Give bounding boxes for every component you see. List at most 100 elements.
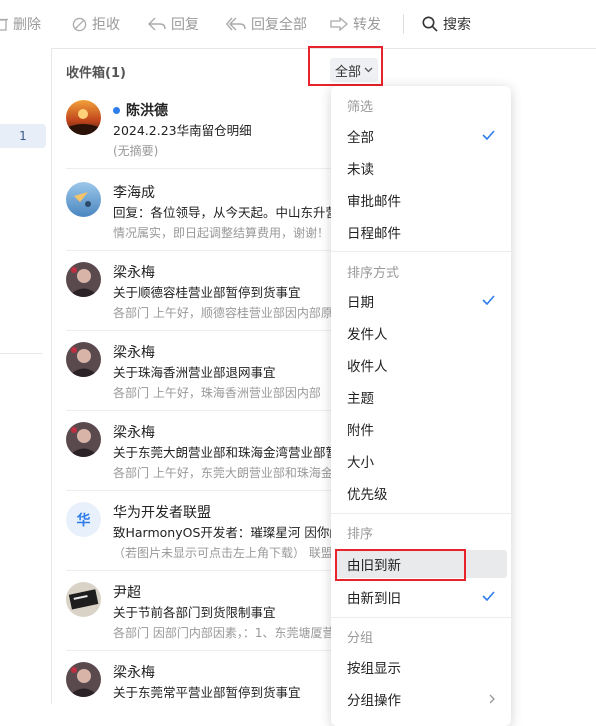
menu-item-newest-first[interactable]: 由新到旧 [331, 583, 511, 611]
delete-button[interactable]: 删除 [0, 14, 41, 34]
mail-sender-name: 梁永梅 [113, 345, 155, 361]
mail-preview: 各部门 因部门内部因素，：1、东莞塘厦营 [113, 626, 335, 640]
forward-label: 转发 [353, 17, 381, 33]
mail-divider [66, 570, 331, 571]
reply-all-label: 回复全部 [251, 17, 307, 33]
toolbar-separator [403, 14, 404, 34]
reply-all-icon [226, 17, 246, 31]
mail-sender: 陈洪德 [113, 100, 168, 120]
mail-sender: 梁永梅 [113, 342, 155, 362]
mail-preview: (无摘要) [113, 144, 159, 158]
mail-preview: 各部门 上午好，珠海香洲营业部因内部 [113, 386, 321, 400]
mail-sender-name: 梁永梅 [113, 665, 155, 681]
mail-subject: 关于节前各部门到货限制事宜 [113, 605, 276, 620]
menu-item-group-actions[interactable]: 分组操作 [331, 685, 511, 713]
filter-sort-menu: 筛选 全部 未读 审批邮件 日程邮件 排序方式 日期 发件人 收件人 主题 附件… [331, 86, 511, 726]
unread-dot-icon [113, 106, 120, 114]
avatar [66, 262, 101, 297]
menu-section-sort-by: 排序方式 [347, 266, 400, 281]
menu-item-attachment[interactable]: 附件 [331, 415, 511, 443]
search-icon [422, 16, 438, 32]
menu-item-label: 日期 [347, 295, 374, 311]
menu-section-group: 分组 [347, 631, 374, 646]
mail-subject: 关于珠海香洲营业部退网事宜 [113, 365, 276, 380]
mail-divider [66, 168, 331, 169]
mail-sender-name: 李海成 [113, 185, 155, 201]
reply-button[interactable]: 回复 [148, 14, 199, 34]
reply-icon [148, 17, 166, 31]
menu-section-order: 排序 [347, 527, 374, 542]
avatar [66, 100, 101, 135]
mail-sender-name: 梁永梅 [113, 425, 155, 441]
left-divider [0, 353, 42, 354]
mail-sender: 李海成 [113, 182, 155, 202]
check-icon [482, 130, 495, 140]
mail-subject: 关于东莞常平营业部暂停到货事宜 [113, 685, 301, 700]
left-nav-pane: 1 [0, 48, 52, 704]
mail-sender: 梁永梅 [113, 662, 155, 682]
menu-item-label: 全部 [347, 130, 374, 146]
check-icon [482, 295, 495, 305]
avatar: 华 [66, 502, 101, 537]
forward-button[interactable]: 转发 [330, 14, 381, 34]
reject-label: 拒收 [92, 17, 120, 33]
mail-sender: 梁永梅 [113, 422, 155, 442]
mail-preview: 情况属实，即日起调整结算费用，谢谢！ [113, 226, 330, 240]
highlight-box [335, 549, 466, 581]
chevron-right-icon [489, 694, 495, 704]
mail-preview: （若图片未显示可点击左上角下载） 联盟 [113, 546, 333, 560]
highlight-box [308, 46, 383, 86]
mail-sender: 梁永梅 [113, 262, 155, 282]
forward-icon [330, 17, 348, 31]
menu-item-label: 分组操作 [347, 693, 401, 709]
reply-label: 回复 [171, 17, 199, 33]
inbox-title: 收件箱(1) [66, 66, 126, 81]
trash-icon [0, 18, 8, 31]
mail-subject: 回复：各位领导，从今天起。中山东升营 [113, 205, 339, 220]
menu-item-all[interactable]: 全部 [331, 122, 511, 150]
reject-button[interactable]: 拒收 [72, 14, 120, 34]
avatar [66, 662, 101, 697]
menu-item-sender[interactable]: 发件人 [331, 319, 511, 347]
mail-subject: 关于顺德容桂营业部暂停到货事宜 [113, 285, 301, 300]
mail-divider [66, 490, 331, 491]
delete-label: 删除 [13, 17, 41, 33]
check-icon [482, 591, 495, 601]
mail-preview: 各部门 上午好，顺德容桂营业部因内部原 [113, 306, 333, 320]
avatar [66, 582, 101, 617]
mail-divider [66, 650, 331, 651]
mail-subject: 2024.2.23华南留仓明细 [113, 123, 252, 138]
menu-item-unread[interactable]: 未读 [331, 154, 511, 182]
menu-item-recipient[interactable]: 收件人 [331, 351, 511, 379]
mail-subject: 致HarmonyOS开发者：璀璨星河 因你闪 [113, 525, 342, 540]
mail-sender-name: 梁永梅 [113, 265, 155, 281]
menu-item-date[interactable]: 日期 [331, 287, 511, 315]
mail-preview: 各部门 上午好，东莞大朗营业部和珠海金 [113, 466, 333, 480]
mail-sender: 尹超 [113, 582, 141, 602]
menu-item-subject[interactable]: 主题 [331, 383, 511, 411]
mail-sender-name: 华为开发者联盟 [113, 505, 211, 521]
mail-item[interactable]: 梁永梅 关于东莞常平营业部暂停到货事宜 [66, 662, 346, 704]
mail-divider [66, 250, 331, 251]
mail-divider [66, 410, 331, 411]
search-label: 搜索 [443, 17, 471, 33]
avatar [66, 422, 101, 457]
unread-count-badge[interactable]: 1 [0, 124, 46, 148]
menu-item-label: 由新到旧 [347, 591, 401, 607]
menu-item-size[interactable]: 大小 [331, 447, 511, 475]
block-icon [72, 17, 87, 31]
mail-subject: 关于东莞大朗营业部和珠海金湾营业部暂 [113, 445, 339, 460]
avatar [66, 342, 101, 377]
avatar [66, 182, 101, 217]
mail-sender-name: 尹超 [113, 585, 141, 601]
menu-section-filter: 筛选 [347, 100, 374, 115]
search-button[interactable]: 搜索 [422, 14, 471, 34]
reply-all-button[interactable]: 回复全部 [226, 14, 307, 34]
menu-divider [331, 513, 511, 514]
menu-divider [331, 251, 511, 252]
menu-item-priority[interactable]: 优先级 [331, 479, 511, 507]
toolbar: 删除 拒收 回复 回复全部 转发 搜索 [0, 0, 596, 49]
menu-item-approval[interactable]: 审批邮件 [331, 186, 511, 214]
menu-item-show-groups[interactable]: 按组显示 [331, 653, 511, 681]
menu-item-calendar[interactable]: 日程邮件 [331, 218, 511, 246]
